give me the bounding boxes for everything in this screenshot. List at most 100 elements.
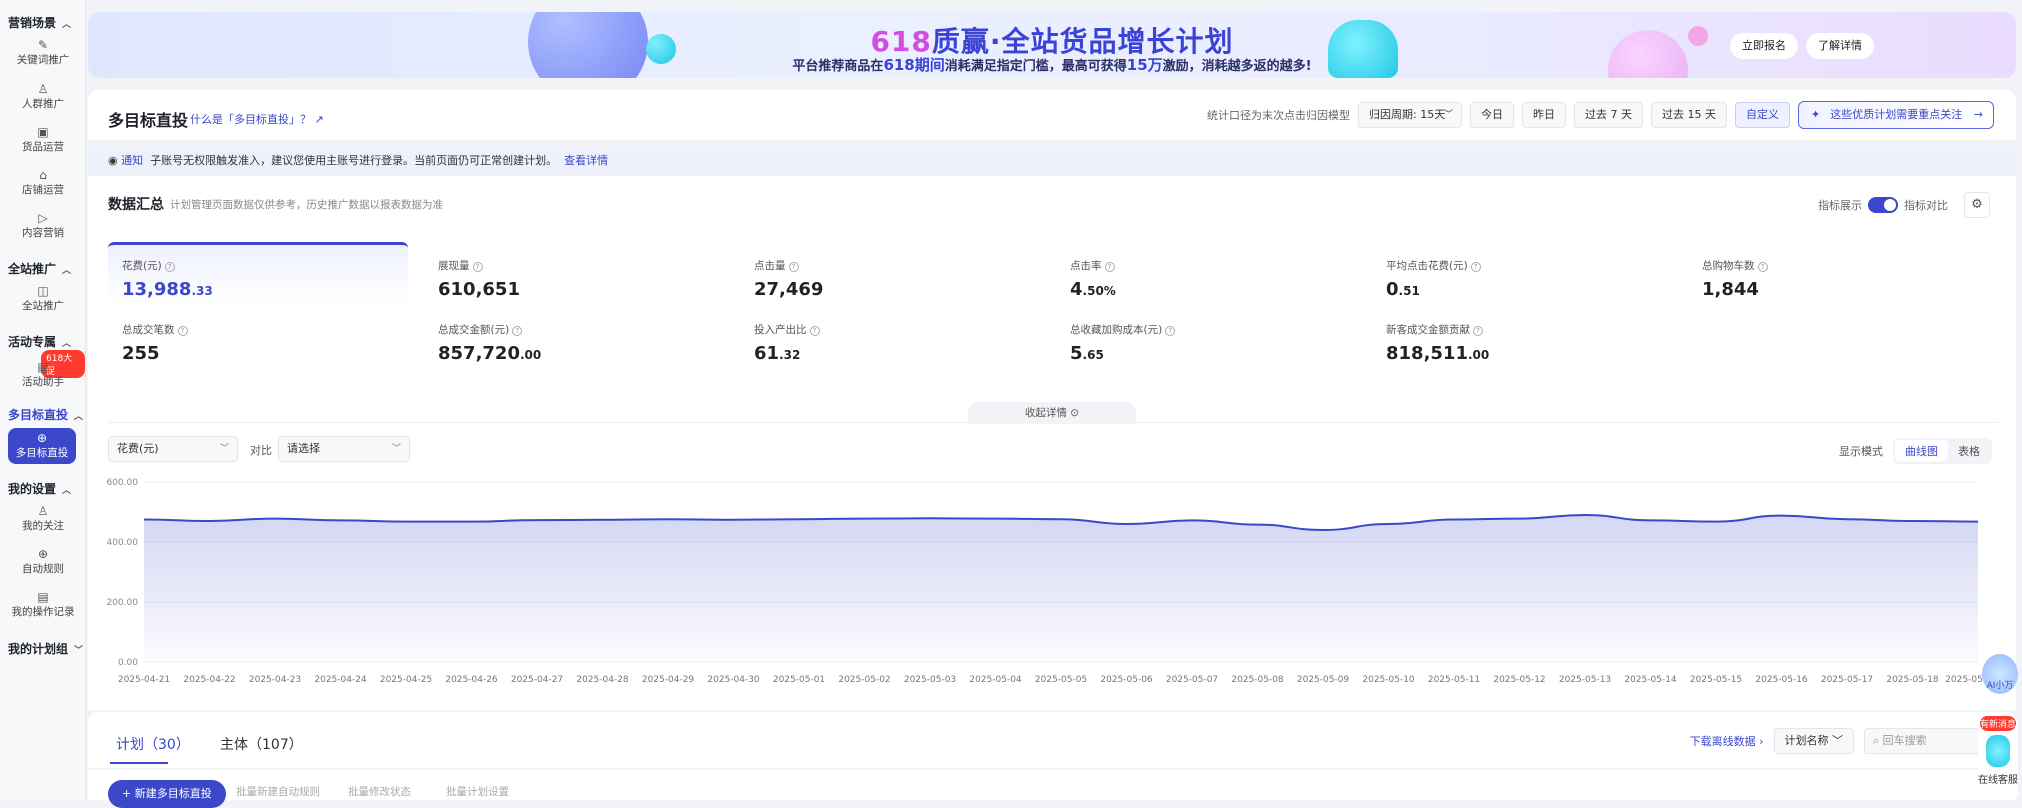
x-tick-label: 2025-04-22 (183, 675, 235, 685)
x-tick-label: 2025-05-18 (1886, 675, 1939, 685)
metric-card[interactable]: 展现量?610,651 (424, 242, 724, 304)
area-fill (144, 515, 1978, 662)
metric-card[interactable]: 总收藏加购成本(元)?5.65 (1056, 306, 1356, 368)
new-plan-button[interactable]: + 新建多目标直投 (108, 780, 226, 808)
data-summary: 数据汇总 计划管理页面数据仅供参考，历史推广数据以报表数据为准 指标展示 指标对… (88, 176, 2016, 710)
date-7days[interactable]: 过去 7 天 (1574, 102, 1643, 128)
metric-card[interactable]: 总成交金额(元)?857,720.00 (424, 306, 724, 368)
date-today[interactable]: 今日 (1470, 102, 1514, 128)
sidebar: 营销场景︿ ✎关键词推广 ♙人群推广 ▣货品运营 ⌂店铺运营 ▷内容营销 全站推… (0, 0, 86, 800)
date-custom[interactable]: 自定义 (1735, 102, 1790, 128)
ai-assistant-button[interactable]: AI小万 (1982, 654, 2018, 694)
metric-value: 255 (122, 343, 408, 364)
customer-service-button[interactable]: 有新消息 在线客服 (1978, 716, 2018, 800)
mode-table[interactable]: 表格 (1948, 440, 1990, 462)
collapse-button[interactable]: 收起详情 ⊙ (968, 402, 1136, 424)
search-icon: ⌕ (1873, 734, 1879, 747)
metric-card[interactable]: 花费(元)?13,988.33 (108, 242, 408, 304)
tab-entities[interactable]: 主体（107） (220, 734, 303, 754)
signup-button[interactable]: 立即报名 (1730, 33, 1798, 59)
bell-icon: ◉ (108, 154, 118, 167)
metric-value: 61.32 (754, 343, 1040, 364)
metric-card[interactable]: 点击率?4.50% (1056, 242, 1356, 304)
sidebar-group-plan-group[interactable]: 我的计划组﹀ (8, 640, 83, 657)
x-tick-label: 2025-05 (1945, 675, 1983, 685)
person-icon: ♙ (0, 82, 86, 96)
gear-icon[interactable]: ⚙ (1964, 192, 1990, 218)
help-icon[interactable]: ? (810, 326, 820, 336)
help-icon[interactable]: ? (1758, 262, 1768, 272)
download-link[interactable]: 下载离线数据 › (1690, 733, 1764, 749)
notice-link[interactable]: 查看详情 (564, 154, 608, 167)
attribution-select[interactable]: 归因周期: 15天﹀ (1358, 102, 1462, 128)
metric-value: 857,720.00 (438, 343, 724, 364)
compare-switch[interactable] (1868, 197, 1898, 213)
search-input[interactable]: ⌕ 回车搜索 (1864, 728, 1994, 754)
sidebar-group-full-site[interactable]: 全站推广︿ (8, 260, 71, 277)
banner-subtitle: 平台推荐商品在618期间消耗满足指定门槛，最高可获得15万激励，消耗越多返的越多… (88, 54, 2016, 75)
help-icon[interactable]: ? (473, 262, 483, 272)
sidebar-item-activity-helper[interactable]: ▤活动助手 (0, 360, 86, 389)
gift-icon: ▤ (0, 360, 86, 374)
batch-status-button[interactable]: 批量修改状态 (348, 784, 411, 799)
mode-curve[interactable]: 曲线图 (1895, 440, 1948, 462)
metric-card[interactable]: 总成交笔数?255 (108, 306, 408, 368)
help-icon[interactable]: ? (512, 326, 522, 336)
sidebar-item-content[interactable]: ▷内容营销 (0, 211, 86, 240)
sidebar-item-log[interactable]: ▤我的操作记录 (0, 590, 86, 619)
help-icon[interactable]: ? (1105, 262, 1115, 272)
help-icon[interactable]: ? (1473, 326, 1483, 336)
plan-toolbar: 下载离线数据 › 计划名称 ﹀ ⌕ 回车搜索 (1690, 728, 1994, 754)
learn-more-button[interactable]: 了解详情 (1806, 33, 1874, 59)
chevron-down-icon: ﹀ (1444, 103, 1453, 127)
tab-plans[interactable]: 计划（30） (116, 734, 190, 754)
sidebar-group-multi-target[interactable]: 多目标直投︿ (8, 406, 83, 423)
sidebar-item-follow[interactable]: ♙我的关注 (0, 504, 86, 533)
x-tick-label: 2025-04-30 (707, 675, 760, 685)
metric-card[interactable]: 总购物车数?1,844 (1688, 242, 1988, 304)
sidebar-item-full-site[interactable]: ◫全站推广 (0, 284, 86, 313)
metric-value: 818,511.00 (1386, 343, 1672, 364)
batch-settings-button[interactable]: 批量计划设置 (446, 784, 509, 799)
plan-actions: + 新建多目标直投 批量新建自动规则 批量修改状态 批量计划设置 (88, 770, 2016, 800)
help-icon[interactable]: ? (1165, 326, 1175, 336)
target-icon: ⊕ (8, 431, 76, 445)
play-icon: ▷ (0, 211, 86, 225)
featured-plans-button[interactable]: ✦这些优质计划需要重点关注→ (1798, 101, 1994, 129)
sidebar-item-goods[interactable]: ▣货品运营 (0, 125, 86, 154)
promo-banner[interactable]: 618质赢·全站货品增长计划 平台推荐商品在618期间消耗满足指定门槛，最高可获… (88, 12, 2016, 78)
date-yesterday[interactable]: 昨日 (1522, 102, 1566, 128)
sidebar-group-marketing[interactable]: 营销场景︿ (8, 14, 71, 31)
sidebar-group-settings[interactable]: 我的设置︿ (8, 480, 71, 497)
x-tick-label: 2025-05-08 (1231, 675, 1284, 685)
metric-card[interactable]: 投入产出比?61.32 (740, 306, 1040, 368)
help-icon[interactable]: ? (165, 262, 175, 272)
sidebar-group-activity[interactable]: 活动专属︿ (8, 333, 71, 350)
compare-select[interactable]: 请选择﹀ (278, 436, 410, 462)
x-tick-label: 2025-05-13 (1559, 675, 1611, 685)
chevron-down-icon: ﹀ (1832, 734, 1843, 747)
metric-card[interactable]: 新客成交金额贡献?818,511.00 (1372, 306, 1672, 368)
x-tick-label: 2025-05-03 (904, 675, 956, 685)
x-tick-label: 2025-05-05 (1035, 675, 1087, 685)
metric-card[interactable]: 点击量?27,469 (740, 242, 1040, 304)
box-icon: ▣ (0, 125, 86, 139)
metric-select[interactable]: 花费(元)﹀ (108, 436, 238, 462)
x-tick-label: 2025-05-16 (1755, 675, 1808, 685)
help-icon[interactable]: ? (789, 262, 799, 272)
x-tick-label: 2025-05-01 (773, 675, 825, 685)
date-15days[interactable]: 过去 15 天 (1651, 102, 1727, 128)
sidebar-item-multi-target[interactable]: ⊕多目标直投 (8, 428, 76, 464)
chevron-up-icon: ︿ (62, 339, 71, 349)
sidebar-item-auto-rule[interactable]: ⊕自动规则 (0, 547, 86, 576)
sidebar-item-store[interactable]: ⌂店铺运营 (0, 168, 86, 197)
chevron-up-icon: ︿ (62, 20, 71, 30)
sidebar-item-crowd[interactable]: ♙人群推广 (0, 82, 86, 111)
filter-select[interactable]: 计划名称 ﹀ (1774, 728, 1855, 754)
help-link[interactable]: 什么是「多目标直投」？ ↗ (190, 111, 324, 127)
sidebar-item-keyword[interactable]: ✎关键词推广 (0, 38, 86, 67)
batch-rule-button[interactable]: 批量新建自动规则 (236, 784, 320, 799)
help-icon[interactable]: ? (178, 326, 188, 336)
metric-card[interactable]: 平均点击花费(元)?0.51 (1372, 242, 1672, 304)
help-icon[interactable]: ? (1471, 262, 1481, 272)
